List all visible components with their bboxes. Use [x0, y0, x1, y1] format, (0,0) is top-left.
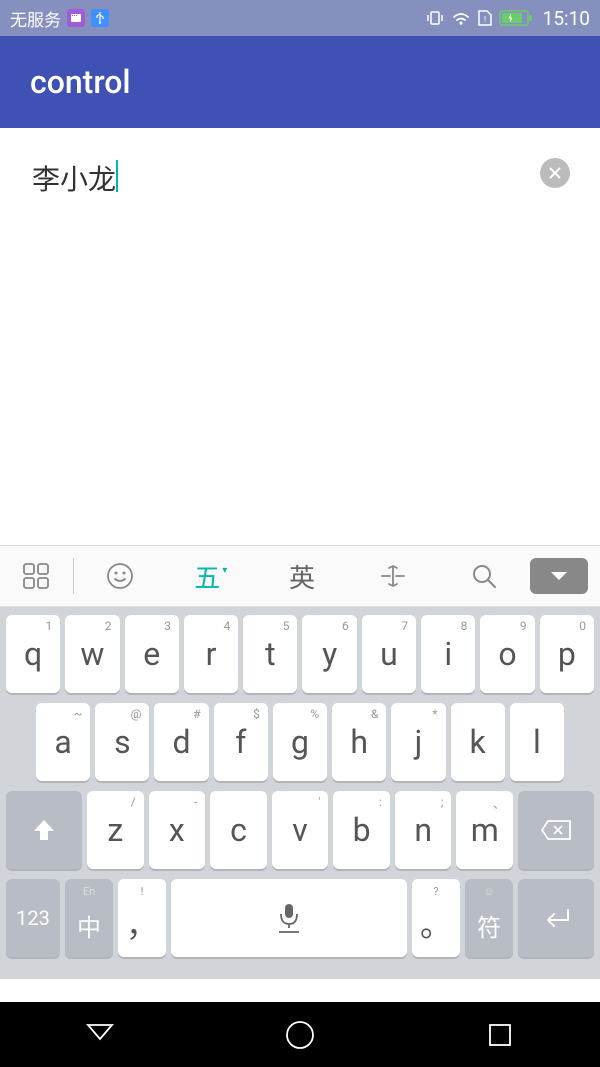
carrier-text: 无服务: [10, 6, 61, 31]
key-k[interactable]: k: [451, 703, 505, 781]
sim-icon: !: [477, 9, 493, 27]
key-h[interactable]: &h: [332, 703, 386, 781]
enter-icon: [540, 906, 572, 930]
nav-home-button[interactable]: [240, 1017, 360, 1053]
text-cursor: [116, 160, 118, 192]
dropdown-icon: ▾: [222, 565, 227, 576]
key-x[interactable]: -x: [149, 791, 206, 869]
app-header: control: [0, 36, 600, 128]
time-text: 15:10: [543, 7, 590, 30]
key-n[interactable]: ;n: [395, 791, 452, 869]
app-title: control: [30, 63, 131, 101]
key-z[interactable]: /z: [87, 791, 144, 869]
nav-recent-icon: [482, 1017, 518, 1053]
backspace-key[interactable]: [518, 791, 594, 869]
key-o[interactable]: 9o: [480, 615, 534, 693]
toolbar-input-method[interactable]: 五▾: [165, 546, 256, 606]
svg-text:!: !: [484, 15, 486, 24]
key-v[interactable]: 'v: [272, 791, 329, 869]
close-icon: [548, 166, 562, 180]
battery-icon: [499, 10, 533, 26]
text-input-area[interactable]: 李小龙: [0, 128, 600, 545]
toolbar-apps-icon[interactable]: [0, 546, 73, 606]
shift-icon: [31, 817, 57, 843]
nav-recent-button[interactable]: [440, 1017, 560, 1053]
key-s[interactable]: @s: [95, 703, 149, 781]
toolbar-search-icon[interactable]: [439, 546, 530, 606]
key-u[interactable]: 7u: [362, 615, 416, 693]
key-q[interactable]: 1q: [6, 615, 60, 693]
text-value: 李小龙: [32, 158, 116, 198]
clear-button[interactable]: [540, 158, 570, 188]
comma-key[interactable]: ! ，: [118, 879, 166, 957]
key-l[interactable]: l: [510, 703, 564, 781]
vibrate-icon: [425, 10, 445, 26]
key-e[interactable]: 3e: [125, 615, 179, 693]
key-c[interactable]: c: [210, 791, 267, 869]
key-b[interactable]: :b: [333, 791, 390, 869]
nav-back-button[interactable]: [40, 1017, 160, 1053]
keyboard-status-icon: [67, 9, 85, 27]
key-y[interactable]: 6y: [302, 615, 356, 693]
key-i[interactable]: 8i: [421, 615, 475, 693]
key-m[interactable]: 、m: [456, 791, 513, 869]
space-key[interactable]: [171, 879, 407, 957]
toolbar-emoji-icon[interactable]: [74, 546, 165, 606]
key-r[interactable]: 4r: [184, 615, 238, 693]
key-t[interactable]: 5t: [243, 615, 297, 693]
key-f[interactable]: $f: [214, 703, 268, 781]
status-left: 无服务: [10, 6, 109, 31]
key-p[interactable]: 0p: [540, 615, 594, 693]
enter-key[interactable]: [518, 879, 594, 957]
nav-home-icon: [282, 1017, 318, 1053]
status-right: ! 15:10: [425, 7, 590, 30]
key-a[interactable]: ~a: [36, 703, 90, 781]
status-bar: 无服务 ! 15:10: [0, 0, 600, 36]
key-row-3: /z-xc'v:b;n、m: [4, 791, 596, 869]
nav-back-icon: [82, 1017, 118, 1053]
key-j[interactable]: *j: [391, 703, 445, 781]
key-row-2: ~a@s#d$f%g&h*jkl: [4, 703, 596, 781]
toolbar-edit-icon[interactable]: [348, 546, 439, 606]
mic-icon: [275, 902, 303, 934]
chevron-down-icon: [549, 570, 569, 582]
key-row-1: 1q2w3e4r5t6y7u8i9o0p: [4, 615, 596, 693]
usb-status-icon: [91, 9, 109, 27]
language-key[interactable]: En 中: [65, 879, 113, 957]
symbol-key[interactable]: ☺ 符: [465, 879, 513, 957]
period-key[interactable]: ? 。: [412, 879, 460, 957]
keyboard: 1q2w3e4r5t6y7u8i9o0p ~a@s#d$f%g&h*jkl /z…: [0, 607, 600, 979]
key-d[interactable]: #d: [154, 703, 208, 781]
nav-bar: [0, 1002, 600, 1067]
key-g[interactable]: %g: [273, 703, 327, 781]
key-w[interactable]: 2w: [65, 615, 119, 693]
backspace-icon: [540, 819, 572, 841]
key-row-4: 123 En 中 ! ， ? 。 ☺ 符: [4, 879, 596, 957]
shift-key[interactable]: [6, 791, 82, 869]
wifi-icon: [451, 10, 471, 26]
toolbar-collapse-button[interactable]: [530, 558, 588, 594]
keyboard-toolbar: 五▾ 英: [0, 545, 600, 607]
toolbar-english[interactable]: 英: [256, 546, 347, 606]
num-key[interactable]: 123: [6, 879, 60, 957]
